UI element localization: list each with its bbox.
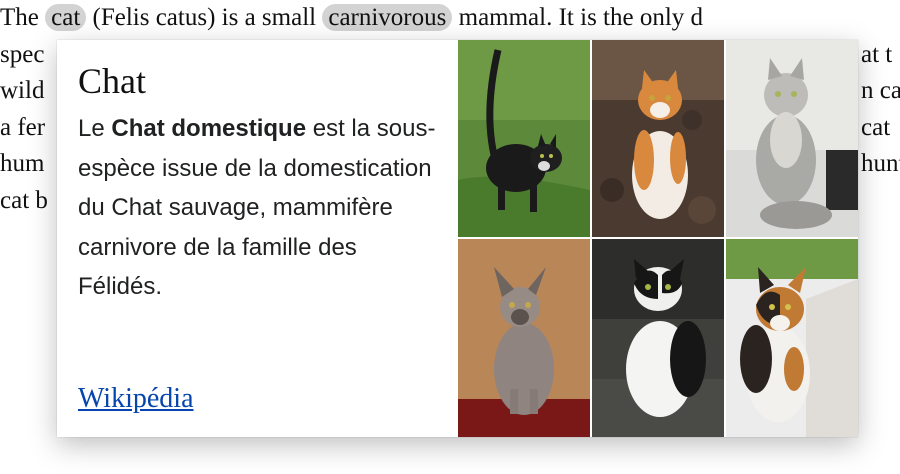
article-text: a fer bbox=[0, 113, 46, 141]
article-line-1: The cat (Felis catus) is a small carnivo… bbox=[0, 0, 900, 37]
link-cat[interactable]: cat bbox=[45, 4, 87, 31]
article-text: (Felis catus) is a small bbox=[86, 4, 323, 31]
preview-image-gallery[interactable] bbox=[458, 40, 858, 437]
calico-cat-image[interactable] bbox=[726, 239, 858, 437]
article-text: at t bbox=[861, 40, 893, 68]
preview-title: Chat bbox=[78, 61, 146, 101]
article-text: cat bbox=[861, 113, 891, 141]
link-carnivorous[interactable]: carnivorous bbox=[322, 4, 453, 31]
extract-bold-term: Chat domestique bbox=[111, 115, 307, 142]
article-text: n ca bbox=[861, 77, 900, 104]
preview-extract: Le Chat domestique est la sous-espèce is… bbox=[78, 109, 438, 307]
extract-text: est la sous-espèce issue de la domestica… bbox=[78, 115, 436, 300]
extract-text: Le bbox=[78, 115, 112, 142]
article-text: The bbox=[0, 4, 46, 31]
article-text: hunt bbox=[861, 150, 900, 177]
black-white-cat-image[interactable] bbox=[592, 239, 724, 437]
article-text: cat b bbox=[0, 186, 48, 214]
wikipedia-link[interactable]: Wikipédia bbox=[78, 382, 194, 416]
article-text: mammal. It is the only d bbox=[452, 4, 704, 31]
preview-text[interactable]: Chat Le Chat domestique est la sous-espè… bbox=[78, 59, 438, 307]
siamese-cat-image[interactable] bbox=[458, 239, 590, 437]
article-text: hum bbox=[0, 150, 45, 177]
page-preview-popup[interactable]: Chat Le Chat domestique est la sous-espè… bbox=[57, 40, 858, 437]
article-text: spec bbox=[0, 40, 45, 68]
black-cat-walking-image[interactable] bbox=[458, 40, 590, 237]
grey-longhair-cat-image[interactable] bbox=[726, 40, 858, 237]
orange-white-cat-image[interactable] bbox=[592, 40, 724, 237]
article-text: wild bbox=[0, 77, 45, 104]
